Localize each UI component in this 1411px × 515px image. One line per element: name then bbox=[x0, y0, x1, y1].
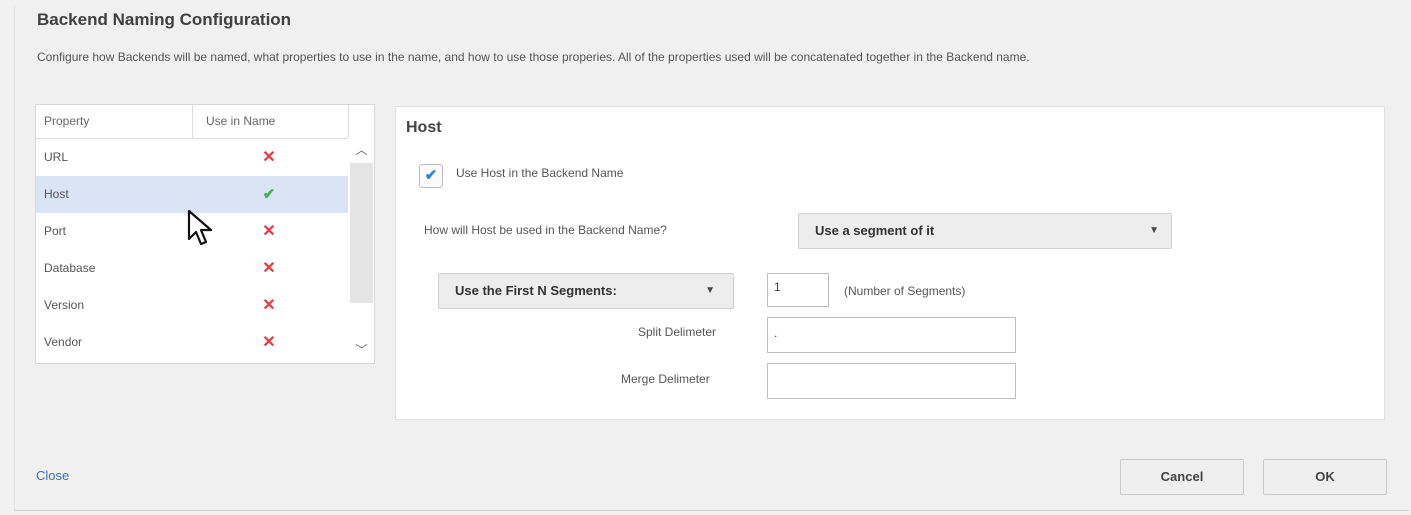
segment-mode-select[interactable]: Use the First N Segments: ▼ bbox=[438, 273, 734, 309]
cross-icon[interactable]: ✕ bbox=[262, 139, 276, 176]
property-column-header[interactable]: Property bbox=[44, 105, 89, 138]
dialog-title: Backend Naming Configuration bbox=[37, 10, 292, 29]
cross-icon[interactable]: ✕ bbox=[262, 287, 276, 324]
property-row-version[interactable]: Version ✕ bbox=[36, 287, 348, 324]
split-delimiter-label: Split Delimeter bbox=[638, 325, 717, 339]
property-name: Port bbox=[44, 224, 67, 238]
property-detail-panel: Host ✔ Use Host in the Backend Name How … bbox=[395, 106, 1385, 420]
scrollbar[interactable]: ︿ ﹀ bbox=[349, 139, 374, 363]
property-name: URL bbox=[44, 150, 69, 164]
use-in-name-checkbox[interactable]: ✔ bbox=[419, 164, 443, 188]
ok-button[interactable]: OK bbox=[1263, 459, 1387, 495]
property-row-vendor[interactable]: Vendor ✕ bbox=[36, 324, 348, 361]
property-name: Version bbox=[44, 298, 85, 312]
property-rows: URL ✕ Host ✔ Port ✕ Database ✕ Version ✕… bbox=[36, 139, 348, 361]
split-delimiter-input[interactable]: . bbox=[767, 317, 1016, 353]
close-link[interactable]: Close bbox=[36, 468, 69, 483]
property-table-header: Property Use in Name bbox=[36, 105, 348, 139]
scrollbar-thumb[interactable] bbox=[350, 163, 373, 303]
property-name: Database bbox=[44, 261, 96, 275]
cross-icon[interactable]: ✕ bbox=[262, 324, 276, 361]
use-in-name-column-header[interactable]: Use in Name bbox=[206, 105, 275, 138]
use-in-name-label[interactable]: Use Host in the Backend Name bbox=[456, 166, 623, 180]
merge-delimiter-input[interactable] bbox=[767, 363, 1016, 399]
caret-down-icon: ▼ bbox=[705, 285, 715, 296]
mouse-pointer-icon bbox=[187, 209, 213, 246]
usage-label: How will Host be used in the Backend Nam… bbox=[424, 223, 667, 237]
usage-select[interactable]: Use a segment of it ▼ bbox=[798, 213, 1172, 249]
property-name: Host bbox=[44, 187, 69, 201]
property-name: Vendor bbox=[44, 335, 83, 349]
merge-delimiter-label: Merge Delimeter bbox=[621, 372, 710, 386]
chevron-down-icon[interactable]: ﹀ bbox=[349, 341, 374, 359]
header-spacer bbox=[348, 105, 375, 138]
detail-title: Host bbox=[406, 119, 442, 136]
number-of-segments-input[interactable]: 1 bbox=[767, 273, 829, 307]
backend-naming-dialog: Backend Naming Configuration Configure h… bbox=[14, 6, 1409, 511]
property-row-url[interactable]: URL ✕ bbox=[36, 139, 348, 176]
cross-icon[interactable]: ✕ bbox=[262, 213, 276, 250]
caret-down-icon: ▼ bbox=[1149, 225, 1159, 236]
cross-icon[interactable]: ✕ bbox=[262, 250, 276, 287]
property-row-database[interactable]: Database ✕ bbox=[36, 250, 348, 287]
chevron-up-icon[interactable]: ︿ bbox=[349, 141, 374, 159]
checkmark-icon[interactable]: ✔ bbox=[262, 176, 276, 213]
dialog-description: Configure how Backends will be named, wh… bbox=[37, 50, 1030, 64]
column-divider bbox=[192, 105, 193, 138]
checkmark-icon: ✔ bbox=[424, 167, 438, 184]
cancel-button[interactable]: Cancel bbox=[1120, 459, 1244, 495]
number-of-segments-hint: (Number of Segments) bbox=[844, 284, 966, 298]
usage-select-value: Use a segment of it bbox=[815, 223, 935, 238]
segment-mode-value: Use the First N Segments: bbox=[455, 283, 617, 298]
property-row-host[interactable]: Host ✔ bbox=[36, 176, 348, 213]
